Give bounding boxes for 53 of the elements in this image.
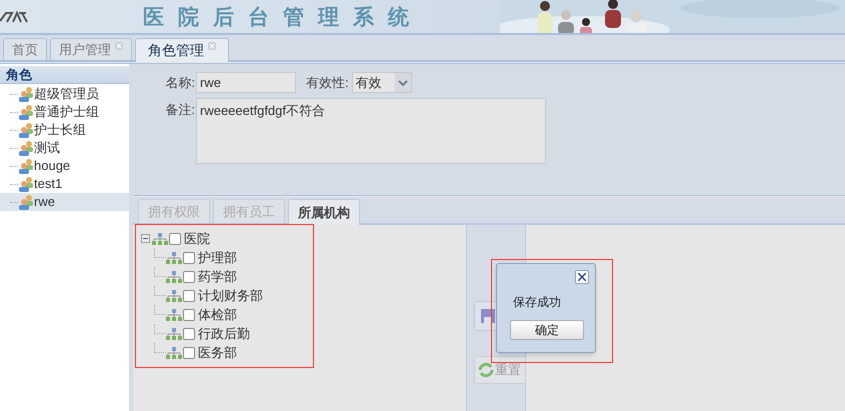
org-chart-icon <box>166 308 182 320</box>
user-group-icon <box>18 104 34 120</box>
role-item[interactable]: houge <box>0 157 129 175</box>
caret-icon <box>394 73 411 92</box>
panel-title: 角色 <box>0 66 129 84</box>
checkbox[interactable] <box>183 346 195 358</box>
org-chart-icon <box>166 252 182 264</box>
role-item[interactable]: 护士长组 <box>0 121 129 139</box>
tree-label[interactable]: 药学部 <box>198 266 237 286</box>
checkbox[interactable] <box>169 232 181 244</box>
user-group-icon <box>18 194 34 210</box>
dialog-message: 保存成功 <box>512 294 562 311</box>
tab[interactable]: 角色管理 <box>135 38 229 62</box>
close-icon <box>578 273 586 281</box>
user-group-icon <box>18 140 34 156</box>
org-chart-icon <box>166 328 182 340</box>
checkbox[interactable] <box>183 308 195 320</box>
user-group-icon <box>18 122 34 138</box>
checkbox[interactable] <box>183 328 195 340</box>
checkbox[interactable] <box>183 252 195 264</box>
org-chart-icon <box>166 270 182 282</box>
close-button[interactable] <box>575 270 589 284</box>
role-item[interactable]: test1 <box>0 175 129 193</box>
tree-label[interactable]: 医务部 <box>198 342 237 362</box>
logo-icon <box>0 8 28 24</box>
role-item[interactable]: 测试 <box>0 139 129 157</box>
tree-label[interactable]: 护理部 <box>198 248 237 268</box>
tree-label[interactable]: 行政后勤 <box>198 324 250 344</box>
role-item[interactable]: rwe <box>0 193 129 211</box>
system-title: 医院后台管理系统 <box>143 2 423 31</box>
field-label: 名称: <box>164 74 195 92</box>
ok-button[interactable]: 确定 <box>510 320 584 340</box>
role-item[interactable]: 超级管理员 <box>0 85 129 103</box>
role-item[interactable]: 普通护士组 <box>0 103 129 121</box>
tree-label[interactable]: 计划财务部 <box>198 286 263 306</box>
org-chart-icon <box>166 346 182 358</box>
validity-dropdown[interactable]: 有效 <box>352 72 412 93</box>
user-group-icon <box>18 86 34 102</box>
refresh-icon <box>478 362 494 378</box>
checkbox[interactable] <box>183 290 195 302</box>
field-label: 备注: <box>164 101 195 119</box>
tree-label[interactable]: 体检部 <box>198 304 237 324</box>
field-label: 有效性: <box>306 74 349 92</box>
checkbox[interactable] <box>183 270 195 282</box>
user-group-icon <box>18 158 34 174</box>
name-field[interactable]: rwe <box>196 72 296 93</box>
user-group-icon <box>18 176 34 192</box>
collapse-icon[interactable] <box>141 234 150 243</box>
org-chart-icon <box>152 232 168 244</box>
org-chart-icon <box>166 290 182 302</box>
remark-textarea[interactable]: rweeeeetfgfdgf不符合 <box>196 98 546 164</box>
tab[interactable]: 所属机构 <box>288 199 360 225</box>
tree-label[interactable]: 医院 <box>184 228 210 248</box>
